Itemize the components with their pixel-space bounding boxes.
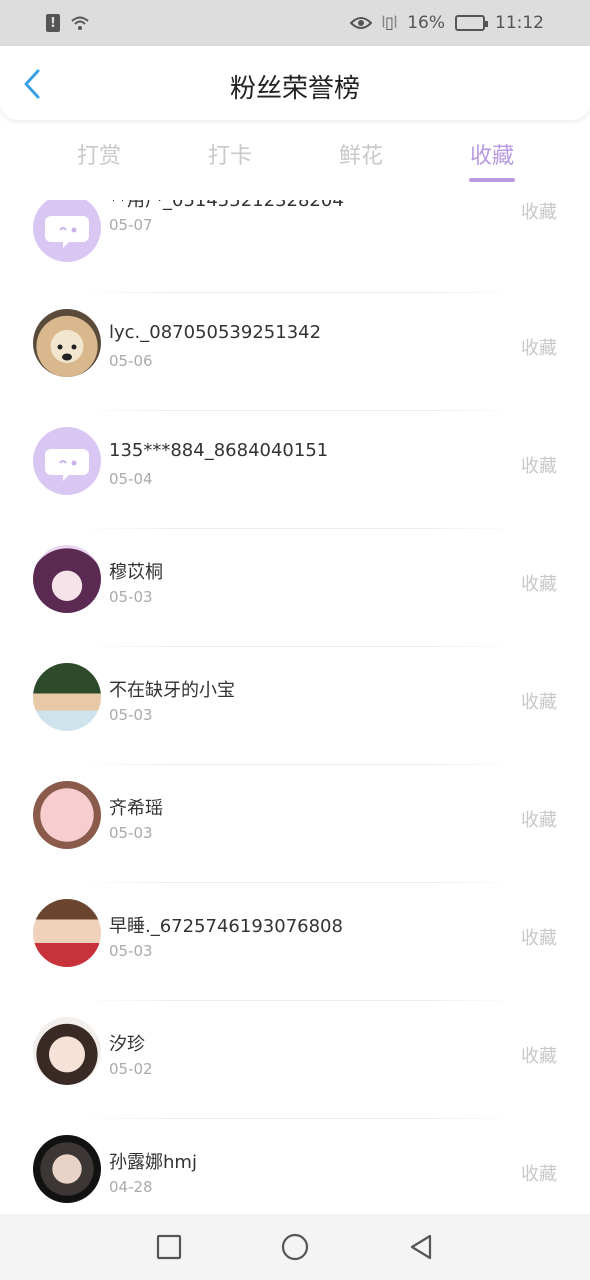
alert-icon: ! xyxy=(46,14,60,32)
dog-face-icon xyxy=(57,344,77,361)
user-name: 不在缺牙的小宝 xyxy=(109,680,235,701)
girl-glasses-avatar xyxy=(33,781,101,849)
user-name: 齐希瑶 xyxy=(109,798,163,819)
status-right: ⦚▯⦚ 16% 11:12 xyxy=(349,13,544,33)
default-avatar xyxy=(33,427,101,495)
clock: 11:12 xyxy=(495,13,544,33)
date: 04-28 xyxy=(109,1178,153,1196)
user-name: 135***884_8684040151 xyxy=(109,440,329,461)
user-name: lyc._087050539251342 xyxy=(109,322,322,343)
tab-checkin[interactable]: 打卡 xyxy=(208,138,252,170)
eye-icon xyxy=(349,17,372,29)
chat-bubble-icon xyxy=(45,216,89,248)
action-label: 收藏 xyxy=(521,1164,557,1185)
anime-girl-avatar xyxy=(33,545,101,613)
wifi-icon xyxy=(71,16,89,30)
battery-icon xyxy=(455,15,488,31)
status-left: ! xyxy=(46,14,90,32)
back-button[interactable] xyxy=(401,1227,441,1267)
user-name: **用户_051455212328204 xyxy=(109,200,344,211)
action-label: 收藏 xyxy=(521,1046,557,1067)
date: 05-06 xyxy=(109,352,153,370)
status-bar: ! ⦚▯⦚ 16% 11:12 xyxy=(0,0,590,46)
list-item[interactable]: **用户_051455212328204 05-07 收藏 xyxy=(0,200,590,293)
tab-bar: 打赏 打卡 鲜花 收藏 xyxy=(0,132,590,188)
date: 05-07 xyxy=(109,216,153,234)
user-name: 穆苡桐 xyxy=(109,562,163,583)
battery-percent: 16% xyxy=(407,13,445,33)
date: 05-03 xyxy=(109,942,153,960)
system-nav-bar xyxy=(0,1214,590,1280)
date: 05-03 xyxy=(109,824,153,842)
girl-red-avatar xyxy=(33,899,101,967)
page-title: 粉丝荣誉榜 xyxy=(229,74,360,104)
action-label: 收藏 xyxy=(521,692,557,713)
user-name: 汐珍 xyxy=(109,1034,145,1055)
favorite-list: **用户_051455212328204 05-07 收藏 lyc._08705… xyxy=(0,200,590,1210)
action-label: 收藏 xyxy=(521,928,557,949)
recent-apps-icon xyxy=(156,1234,182,1260)
vibrate-icon: ⦚▯⦚ xyxy=(381,13,398,32)
action-label: 收藏 xyxy=(521,456,557,477)
boy-avatar xyxy=(33,663,101,731)
list-item[interactable]: 穆苡桐 05-03 收藏 xyxy=(0,528,590,647)
back-icon xyxy=(410,1234,432,1260)
app-header: 粉丝荣誉榜 xyxy=(0,46,590,120)
dog-avatar xyxy=(33,309,101,377)
list-item[interactable]: lyc._087050539251342 05-06 收藏 xyxy=(0,292,590,411)
action-label: 收藏 xyxy=(521,202,557,223)
list-item[interactable]: 齐希瑶 05-03 收藏 xyxy=(0,764,590,883)
list-item[interactable]: 汐珍 05-02 收藏 xyxy=(0,1000,590,1119)
date: 05-03 xyxy=(109,706,153,724)
action-label: 收藏 xyxy=(521,574,557,595)
tab-reward[interactable]: 打赏 xyxy=(77,138,121,170)
tab-favorite[interactable]: 收藏 xyxy=(470,138,514,170)
user-name: 早睡._6725746193076808 xyxy=(109,916,343,937)
date: 05-02 xyxy=(109,1060,153,1078)
tab-flowers[interactable]: 鲜花 xyxy=(339,138,383,170)
chat-bubble-icon xyxy=(45,449,89,481)
list-item[interactable]: 孙露娜hmj 04-28 收藏 xyxy=(0,1118,590,1210)
date: 05-03 xyxy=(109,588,153,606)
date: 05-04 xyxy=(109,470,153,488)
list-item[interactable]: 不在缺牙的小宝 05-03 收藏 xyxy=(0,646,590,765)
list-item[interactable]: 早睡._6725746193076808 05-03 收藏 xyxy=(0,882,590,1001)
tab-active-indicator xyxy=(469,178,515,182)
action-label: 收藏 xyxy=(521,338,557,359)
home-button[interactable] xyxy=(275,1227,315,1267)
user-name: 孙露娜hmj xyxy=(109,1152,197,1173)
girl-avatar xyxy=(33,1017,101,1085)
list-item[interactable]: 135***884_8684040151 05-04 收藏 xyxy=(0,410,590,529)
girl-dark-avatar xyxy=(33,1135,101,1203)
default-avatar xyxy=(33,200,101,262)
home-icon xyxy=(281,1233,309,1261)
recent-apps-button[interactable] xyxy=(149,1227,189,1267)
action-label: 收藏 xyxy=(521,810,557,831)
